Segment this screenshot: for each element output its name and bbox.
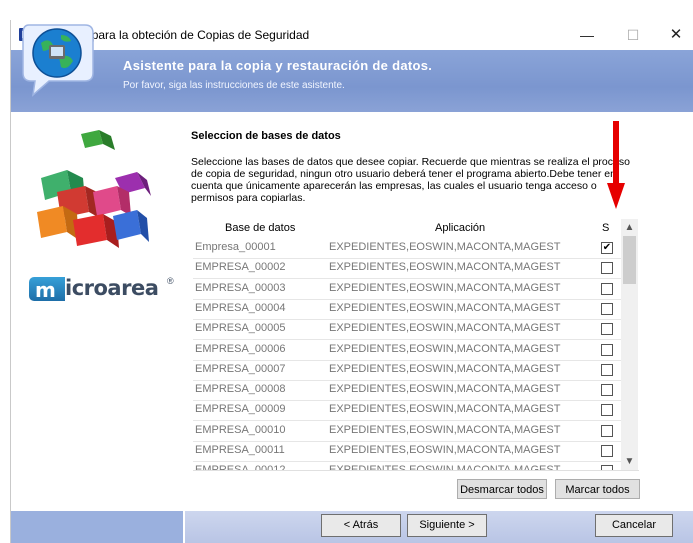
table-row[interactable]: Empresa_00001 EXPEDIENTES,EOSWIN,MACONTA,… — [193, 238, 621, 259]
check-all-button[interactable]: Marcar todos — [555, 479, 640, 499]
database-name-cell: EMPRESA_00009 — [195, 403, 286, 416]
select-checkbox[interactable] — [601, 445, 613, 457]
column-header-select[interactable]: S — [602, 222, 609, 234]
table-row[interactable]: EMPRESA_00008 EXPEDIENTES,EOSWIN,MACONTA,… — [193, 380, 621, 402]
database-name-cell: EMPRESA_00006 — [195, 342, 286, 355]
column-header-database[interactable]: Base de datos — [225, 222, 295, 234]
footer-left-panel — [11, 511, 183, 543]
application-cell: EXPEDIENTES,EOSWIN,MACONTA,MAGEST — [329, 464, 561, 471]
table-row[interactable]: EMPRESA_00005 EXPEDIENTES,EOSWIN,MACONTA,… — [193, 319, 621, 341]
database-name-cell: EMPRESA_00008 — [195, 383, 286, 396]
close-button[interactable]: ✕ — [656, 24, 693, 46]
application-cell: EXPEDIENTES,EOSWIN,MACONTA,MAGEST — [329, 322, 561, 335]
logo-wordmark: icroarea — [65, 276, 159, 300]
database-name-cell: EMPRESA_00003 — [195, 281, 286, 294]
uncheck-all-button[interactable]: Desmarcar todos — [457, 479, 547, 499]
table-row[interactable]: EMPRESA_00010 EXPEDIENTES,EOSWIN,MACONTA,… — [193, 421, 621, 442]
table-row[interactable]: EMPRESA_00006 EXPEDIENTES,EOSWIN,MACONTA,… — [193, 340, 621, 361]
application-cell: EXPEDIENTES,EOSWIN,MACONTA,MAGEST — [329, 342, 561, 355]
select-checkbox[interactable] — [601, 323, 613, 336]
scroll-down-icon[interactable]: ▼ — [621, 453, 638, 470]
microarea-logo: m icroarea ® — [29, 274, 174, 302]
minimize-button[interactable]: — — [567, 24, 607, 46]
table-row[interactable]: EMPRESA_00011 EXPEDIENTES,EOSWIN,MACONTA,… — [193, 441, 621, 462]
application-cell: EXPEDIENTES,EOSWIN,MACONTA,MAGEST — [329, 423, 561, 436]
database-name-cell: EMPRESA_00012 — [195, 464, 286, 471]
database-name-cell: EMPRESA_00007 — [195, 362, 286, 375]
left-graphic-panel: m icroarea ® — [11, 112, 183, 512]
database-name-cell: EMPRESA_00004 — [195, 301, 286, 314]
select-checkbox[interactable] — [601, 465, 613, 470]
maximize-button[interactable]: ☐ — [613, 24, 653, 46]
section-description: Seleccione las bases de datos que desee … — [191, 156, 630, 204]
back-button[interactable]: < Atrás — [321, 514, 401, 537]
globe-bubble-icon — [22, 24, 94, 97]
section-title: Seleccion de bases de datos — [191, 130, 341, 142]
table-row[interactable]: EMPRESA_00007 EXPEDIENTES,EOSWIN,MACONTA,… — [193, 360, 621, 381]
select-checkbox[interactable] — [601, 424, 613, 437]
application-cell: EXPEDIENTES,EOSWIN,MACONTA,MAGEST — [329, 301, 561, 314]
column-header-application[interactable]: Aplicación — [435, 222, 485, 234]
footer-divider — [183, 511, 185, 543]
table-row[interactable]: EMPRESA_00002 EXPEDIENTES,EOSWIN,MACONTA,… — [193, 258, 621, 280]
database-table[interactable]: Base de datos Aplicación S Empresa_00001… — [193, 219, 639, 471]
next-button[interactable]: Siguiente > — [407, 514, 487, 537]
database-name-cell: EMPRESA_00010 — [195, 423, 286, 436]
application-cell: EXPEDIENTES,EOSWIN,MACONTA,MAGEST — [329, 444, 561, 456]
application-cell: EXPEDIENTES,EOSWIN,MACONTA,MAGEST — [329, 362, 561, 375]
select-checkbox[interactable] — [601, 343, 613, 356]
select-checkbox[interactable] — [601, 282, 613, 295]
select-checkbox[interactable] — [601, 302, 613, 315]
registered-mark: ® — [167, 276, 174, 286]
scroll-thumb[interactable] — [623, 236, 636, 284]
application-cell: EXPEDIENTES,EOSWIN,MACONTA,MAGEST — [329, 261, 561, 274]
application-cell: EXPEDIENTES,EOSWIN,MACONTA,MAGEST — [329, 281, 561, 294]
database-name-cell: EMPRESA_00011 — [195, 444, 285, 456]
table-row[interactable]: EMPRESA_00009 EXPEDIENTES,EOSWIN,MACONTA,… — [193, 400, 621, 422]
wizard-header: Asistente para la copia y restauración d… — [11, 50, 693, 112]
select-checkbox[interactable] — [601, 384, 613, 397]
database-name-cell: Empresa_00001 — [195, 241, 276, 253]
title-bar[interactable]: Asistente para la obteción de Copias de … — [11, 20, 693, 50]
application-cell: EXPEDIENTES,EOSWIN,MACONTA,MAGEST — [329, 403, 561, 416]
select-checkbox[interactable] — [601, 404, 613, 417]
table-header: Base de datos Aplicación S — [193, 219, 621, 238]
application-cell: EXPEDIENTES,EOSWIN,MACONTA,MAGEST — [329, 383, 561, 396]
table-row[interactable]: EMPRESA_00003 EXPEDIENTES,EOSWIN,MACONTA,… — [193, 279, 621, 300]
cancel-button[interactable]: Cancelar — [595, 514, 673, 537]
select-checkbox[interactable]: ✔ — [601, 242, 613, 254]
wizard-window: Asistente para la obteción de Copias de … — [10, 20, 693, 543]
database-name-cell: EMPRESA_00005 — [195, 322, 286, 335]
vertical-scrollbar[interactable]: ▲ ▼ — [621, 219, 638, 470]
red-arrow-annotation-icon — [607, 121, 625, 209]
colored-cubes-logo-icon — [37, 130, 151, 248]
header-subtitle: Por favor, siga las instrucciones de est… — [123, 80, 345, 91]
select-checkbox[interactable] — [601, 363, 613, 376]
application-cell: EXPEDIENTES,EOSWIN,MACONTA,MAGEST — [329, 241, 561, 253]
scroll-up-icon[interactable]: ▲ — [621, 219, 638, 236]
header-title: Asistente para la copia y restauración d… — [123, 58, 433, 73]
table-row[interactable]: EMPRESA_00004 EXPEDIENTES,EOSWIN,MACONTA,… — [193, 299, 621, 320]
database-name-cell: EMPRESA_00002 — [195, 261, 286, 274]
select-checkbox[interactable] — [601, 262, 613, 275]
table-row[interactable]: EMPRESA_00012 EXPEDIENTES,EOSWIN,MACONTA,… — [193, 461, 621, 471]
logo-badge: m — [29, 277, 65, 302]
